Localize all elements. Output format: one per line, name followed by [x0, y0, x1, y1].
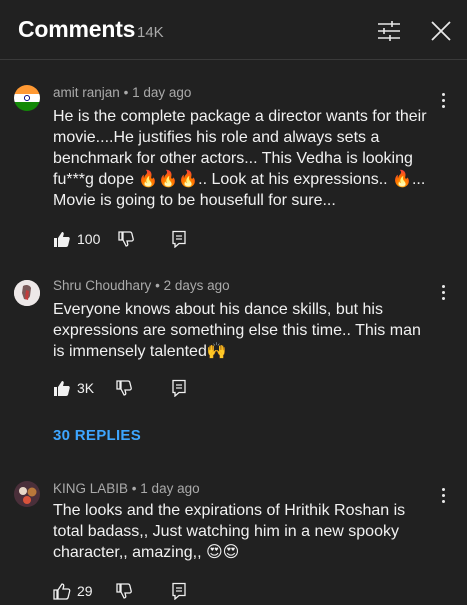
comment-text: He is the complete package a director wa…	[53, 108, 427, 209]
like-count: 100	[77, 231, 101, 247]
thumbs-down-outline-icon[interactable]	[115, 582, 133, 600]
avatar[interactable]	[14, 481, 40, 507]
reply-icon[interactable]	[171, 230, 187, 248]
sliders-icon[interactable]	[377, 20, 401, 42]
comments-count: 14K	[137, 24, 164, 41]
more-vertical-icon[interactable]	[441, 488, 447, 506]
like-count: 3K	[77, 380, 95, 396]
view-replies-button[interactable]: 30 REPLIES	[53, 427, 141, 444]
meta-separator: •	[123, 85, 129, 100]
comment-meta: KING LABIB • 1 day ago	[53, 481, 200, 496]
comment-meta: amit ranjan • 1 day ago	[53, 85, 191, 100]
comment-time: 1 day ago	[140, 481, 200, 496]
reply-icon[interactable]	[171, 379, 187, 397]
avatar[interactable]	[14, 85, 40, 111]
comment-author[interactable]: KING LABIB	[53, 481, 128, 496]
avatar[interactable]	[14, 280, 40, 306]
comment-author[interactable]: Shru Choudhary	[53, 278, 151, 293]
comment-meta: Shru Choudhary • 2 days ago	[53, 278, 230, 293]
thumbs-up-filled-icon[interactable]	[53, 379, 71, 397]
more-vertical-icon[interactable]	[441, 285, 447, 303]
close-icon[interactable]	[430, 20, 452, 42]
meta-separator: •	[131, 481, 137, 496]
like-count: 29	[77, 583, 93, 599]
comment-author[interactable]: amit ranjan	[53, 85, 120, 100]
thumbs-up-outline-icon[interactable]	[53, 582, 71, 600]
reply-icon[interactable]	[171, 582, 187, 600]
comments-title: Comments	[18, 16, 136, 42]
thumbs-down-outline-icon[interactable]	[117, 230, 135, 248]
comment-text: Everyone knows about his dance skills, b…	[53, 301, 421, 360]
meta-separator: •	[155, 278, 160, 293]
comment-time: 2 days ago	[163, 278, 230, 293]
thumbs-up-filled-icon[interactable]	[53, 230, 71, 248]
comment-text: The looks and the expirations of Hrithik…	[53, 502, 406, 561]
more-vertical-icon[interactable]	[441, 93, 447, 111]
comments-header: Comments 14K	[0, 0, 467, 60]
comment-time: 1 day ago	[132, 85, 192, 100]
thumbs-down-outline-icon[interactable]	[115, 379, 133, 397]
